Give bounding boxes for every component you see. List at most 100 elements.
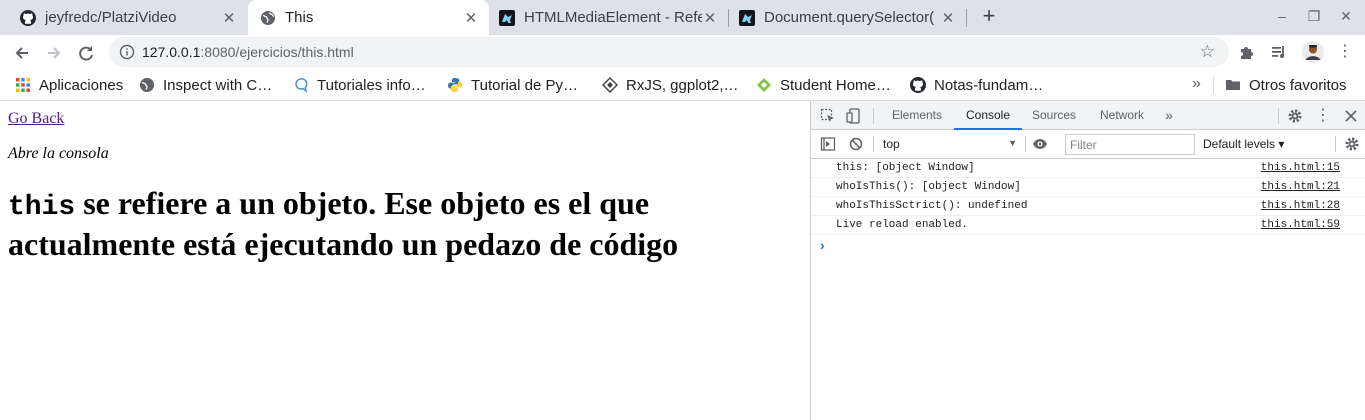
mdn-dino-icon xyxy=(739,9,755,26)
tab-close-button[interactable]: ✕ xyxy=(221,9,237,27)
avatar[interactable] xyxy=(1302,41,1324,63)
console-prompt[interactable]: › xyxy=(820,237,825,253)
chevron-down-icon: ▼ xyxy=(1008,138,1017,148)
devtools-tab-console[interactable]: Console xyxy=(954,101,1022,130)
heading-code: this xyxy=(8,192,76,223)
tab-platzivideo[interactable]: jeyfredc/PlatziVideo ✕ xyxy=(0,0,247,35)
console-filter-input[interactable]: Filter xyxy=(1065,134,1195,155)
bookmark-star-icon[interactable]: ☆ xyxy=(1200,42,1215,62)
bookmark-student-home[interactable]: Student Home… xyxy=(756,76,891,94)
url-host: 127.0.0.1 xyxy=(142,44,201,60)
console-settings-gear-icon[interactable] xyxy=(1344,136,1360,152)
github-icon xyxy=(910,77,926,93)
browser-toolbar: 127.0.0.1:8080/ejercicios/this.html ☆ ⋮ xyxy=(0,35,1365,70)
sidebar-toggle-icon[interactable] xyxy=(820,136,836,152)
tab-queryselector[interactable]: Document.querySelector( ✕ xyxy=(729,0,966,35)
bookmark-python[interactable]: Tutorial de Py… xyxy=(447,76,578,94)
apps-grid-icon xyxy=(16,78,30,92)
reload-icon xyxy=(79,46,93,61)
github-icon xyxy=(20,9,36,26)
bookmark-inspect[interactable]: Inspect with C… xyxy=(139,76,272,94)
eye-icon[interactable] xyxy=(1032,136,1048,152)
minimize-button[interactable]: – xyxy=(1274,8,1290,24)
tab-close-button[interactable]: ✕ xyxy=(463,9,479,27)
close-window-button[interactable]: ✕ xyxy=(1338,8,1354,25)
address-bar[interactable]: 127.0.0.1:8080/ejercicios/this.html ☆ xyxy=(109,37,1229,67)
close-icon[interactable] xyxy=(1343,108,1359,124)
bookmark-label: Aplicaciones xyxy=(39,76,124,94)
console-source-link[interactable]: this.html:59 xyxy=(1261,219,1340,231)
console-output: this: [object Window] this.html:15 whoIs… xyxy=(811,159,1365,235)
back-button[interactable] xyxy=(11,42,33,64)
tab-title: HTMLMediaElement - Refe xyxy=(524,9,702,26)
toolbar-divider xyxy=(873,136,874,152)
tab-htmlmediaelement[interactable]: HTMLMediaElement - Refe ✕ xyxy=(489,0,728,35)
tab-title: jeyfredc/PlatziVideo xyxy=(45,9,177,26)
devtools-panel: Elements Console Sources Network » ⋮ top… xyxy=(810,101,1365,420)
inspect-element-icon[interactable] xyxy=(820,108,836,124)
globe-icon xyxy=(140,78,154,92)
heading-text: se refiere a un objeto. Ese objeto es el… xyxy=(8,185,679,262)
bookmarks-bar: Aplicaciones Inspect with C… Tutoriales … xyxy=(0,70,1365,101)
bookmark-label: RxJS, ggplot2,… xyxy=(626,76,739,94)
tab-close-button[interactable]: ✕ xyxy=(940,9,956,27)
devtools-tab-elements[interactable]: Elements xyxy=(883,101,951,130)
console-toolbar: top ▼ Filter Default levels ▾ xyxy=(811,130,1365,159)
console-source-link[interactable]: this.html:15 xyxy=(1261,162,1340,174)
url-text: 127.0.0.1:8080/ejercicios/this.html xyxy=(142,44,354,60)
clear-console-icon[interactable] xyxy=(848,136,864,152)
bookmark-label: Inspect with C… xyxy=(163,76,273,94)
bookmark-tutoriales[interactable]: Tutoriales info… xyxy=(293,76,426,94)
bookmarks-overflow-button[interactable]: » xyxy=(1192,75,1201,93)
log-levels-dropdown[interactable]: Default levels ▾ xyxy=(1203,137,1284,151)
toolbar-divider xyxy=(1025,136,1026,152)
chrome-menu-button[interactable]: ⋮ xyxy=(1334,42,1356,64)
settings-gear-icon[interactable] xyxy=(1287,108,1303,124)
more-tabs-button[interactable]: » xyxy=(1161,101,1177,130)
tab-this[interactable]: This ✕ xyxy=(248,0,489,35)
devtools-menu-icon[interactable]: ⋮ xyxy=(1315,101,1331,130)
bookmark-notas[interactable]: Notas-fundam… xyxy=(910,76,1043,94)
devtools-tab-network[interactable]: Network xyxy=(1093,101,1151,130)
forward-button[interactable] xyxy=(43,42,65,64)
extensions-puzzle-icon[interactable] xyxy=(1238,43,1256,61)
go-back-link[interactable]: Go Back xyxy=(8,110,64,128)
console-message: Live reload enabled. xyxy=(836,219,969,231)
python-icon xyxy=(448,78,462,92)
green-diamond-icon xyxy=(757,78,771,92)
console-row: whoIsThis(): [object Window] this.html:2… xyxy=(811,178,1365,197)
console-source-link[interactable]: this.html:28 xyxy=(1261,200,1340,212)
restore-button[interactable]: ❐ xyxy=(1306,8,1322,25)
context-value: top xyxy=(883,137,900,151)
console-message: whoIsThis(): [object Window] xyxy=(836,181,1021,193)
bookmark-otros-favoritos[interactable]: Otros favoritos xyxy=(1225,76,1347,94)
media-controls-icon[interactable] xyxy=(1270,43,1288,61)
toolbar-divider xyxy=(873,108,874,124)
toolbar-divider xyxy=(1335,136,1336,152)
bookmark-label: Tutoriales info… xyxy=(317,76,426,94)
bookmark-label: Notas-fundam… xyxy=(934,76,1044,94)
tab-strip: jeyfredc/PlatziVideo ✕ This ✕ HTMLMediaE… xyxy=(0,0,1365,35)
console-source-link[interactable]: this.html:21 xyxy=(1261,181,1340,193)
devtools-tab-sources[interactable]: Sources xyxy=(1025,101,1083,130)
arrow-right-icon xyxy=(48,47,61,59)
device-toolbar-icon[interactable] xyxy=(846,108,862,124)
bookmark-aplicaciones[interactable]: Aplicaciones xyxy=(15,76,123,94)
bookmark-label: Tutorial de Py… xyxy=(471,76,578,94)
globe-icon xyxy=(261,10,275,25)
tab-title: Document.querySelector( xyxy=(764,9,935,26)
reload-button[interactable] xyxy=(75,42,97,64)
console-row: Live reload enabled. this.html:59 xyxy=(811,216,1365,235)
bookmark-rxjs[interactable]: RxJS, ggplot2,… xyxy=(602,76,739,94)
new-tab-button[interactable]: + xyxy=(978,5,1000,28)
console-message: this: [object Window] xyxy=(836,162,975,174)
context-selector[interactable]: top ▼ xyxy=(883,137,1017,151)
url-path: :8080/ejercicios/this.html xyxy=(200,44,354,60)
info-icon xyxy=(119,44,135,60)
page-content: Go Back Abre la consola this se refiere … xyxy=(0,101,810,420)
devtools-tabbar: Elements Console Sources Network » ⋮ xyxy=(811,101,1365,130)
bookmark-label: Student Home… xyxy=(780,76,891,94)
console-row: this: [object Window] this.html:15 xyxy=(811,159,1365,178)
tab-close-button[interactable]: ✕ xyxy=(702,9,718,27)
mdn-dino-icon xyxy=(499,9,515,26)
